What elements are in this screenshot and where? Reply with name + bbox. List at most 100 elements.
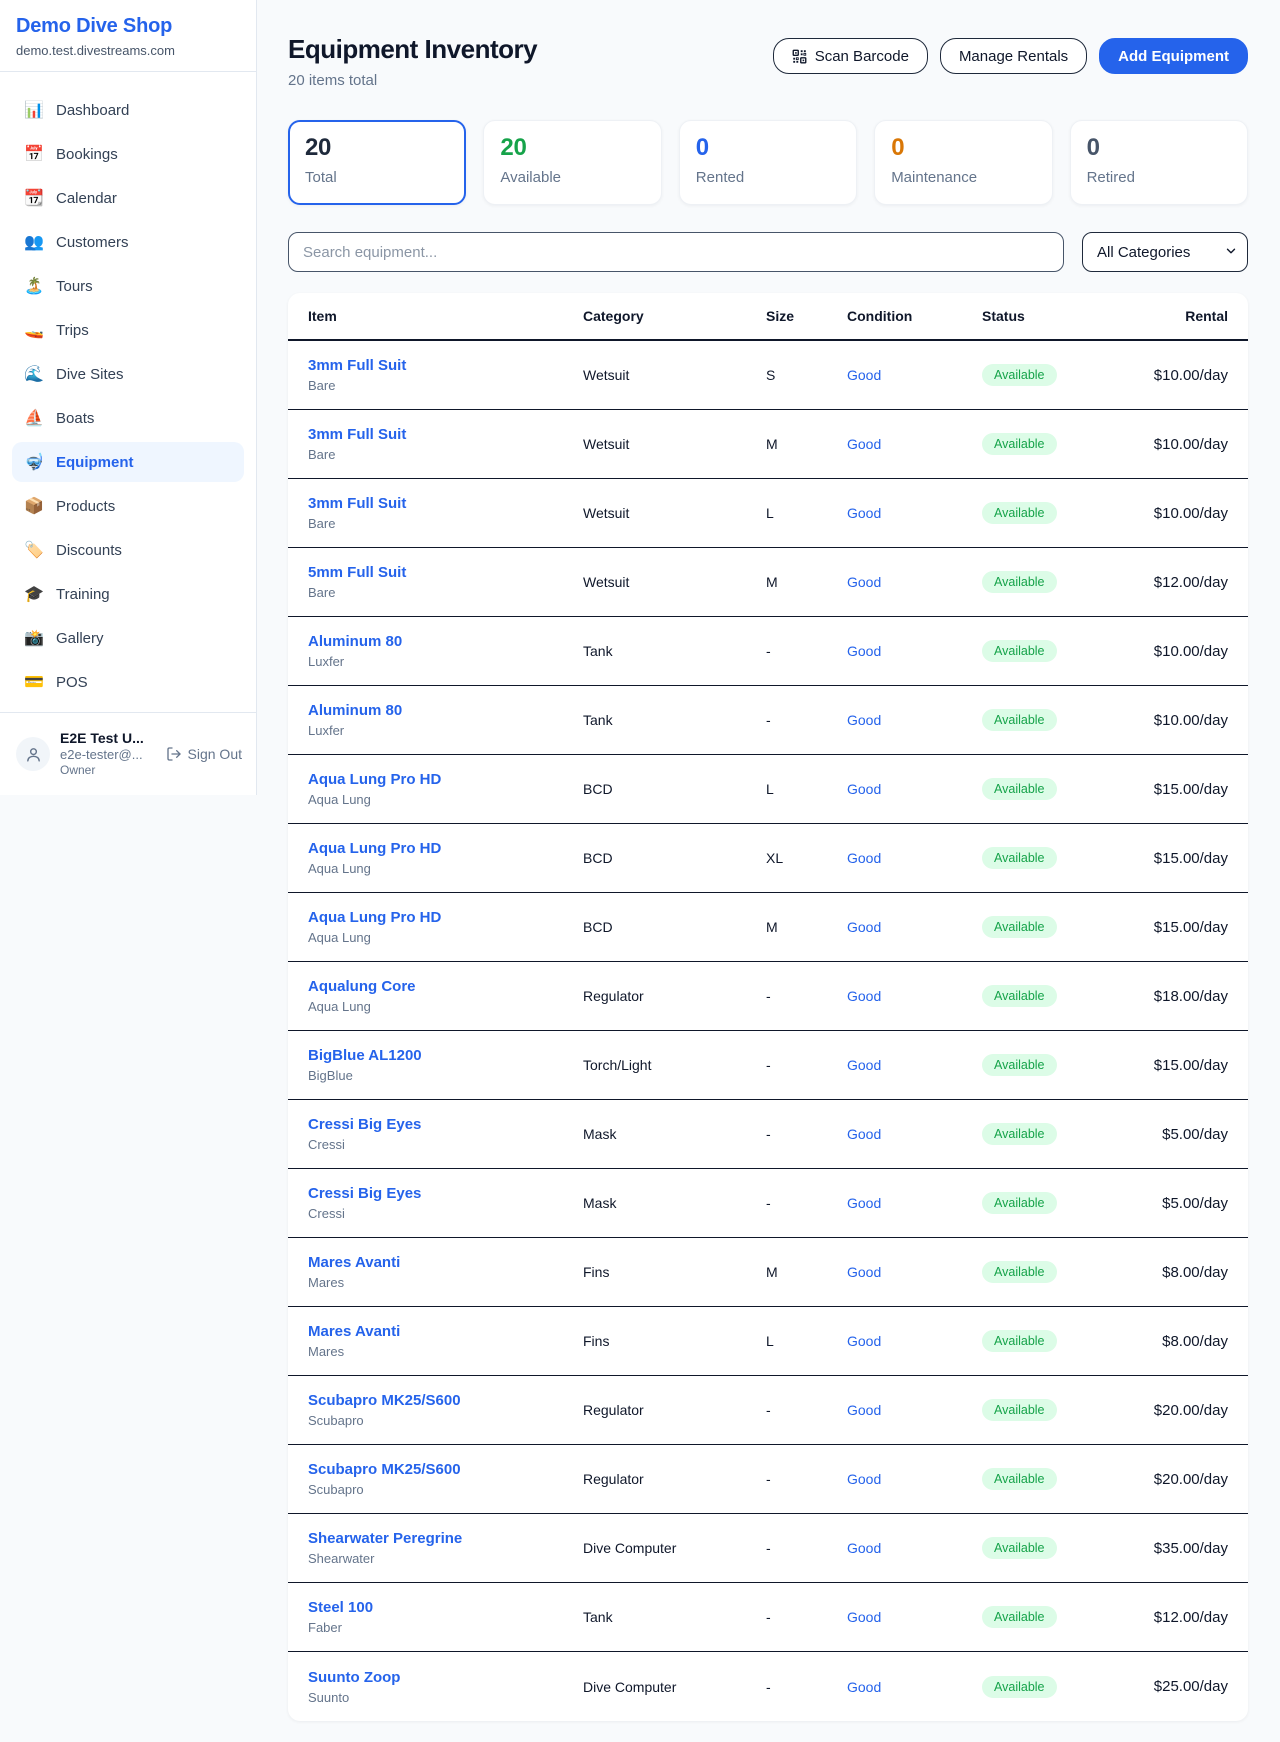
category-select[interactable]: All Categories (1082, 232, 1248, 272)
column-header-condition: Condition (847, 308, 982, 324)
sidebar-item-label: Dive Sites (56, 366, 124, 383)
tear-off-calendar-icon: 📆 (22, 188, 46, 208)
sign-out-button[interactable]: Sign Out (166, 746, 242, 762)
sidebar-item-training[interactable]: 🎓Training (12, 574, 244, 614)
manage-rentals-button[interactable]: Manage Rentals (940, 38, 1087, 74)
category-cell: Regulator (583, 1402, 766, 1418)
sidebar-item-label: Tours (56, 278, 93, 295)
stat-card-total[interactable]: 20Total (288, 120, 466, 205)
sidebar-item-calendar[interactable]: 📆Calendar (12, 178, 244, 218)
item-name-link[interactable]: Aluminum 80 (308, 633, 583, 650)
item-name-link[interactable]: 3mm Full Suit (308, 357, 583, 374)
category-cell: Wetsuit (583, 367, 766, 383)
size-cell: L (766, 505, 847, 521)
sidebar-item-products[interactable]: 📦Products (12, 486, 244, 526)
size-cell: M (766, 1264, 847, 1280)
item-name-link[interactable]: 5mm Full Suit (308, 564, 583, 581)
sidebar-item-bookings[interactable]: 📅Bookings (12, 134, 244, 174)
table-row: Aqua Lung Pro HDAqua LungBCDMGoodAvailab… (288, 893, 1248, 962)
sidebar-item-dashboard[interactable]: 📊Dashboard (12, 90, 244, 130)
status-badge: Available (982, 916, 1057, 938)
table-row: Shearwater PeregrineShearwaterDive Compu… (288, 1514, 1248, 1583)
item-cell: Shearwater PeregrineShearwater (308, 1530, 583, 1566)
item-brand: Mares (308, 1344, 583, 1359)
sidebar-item-gallery[interactable]: 📸Gallery (12, 618, 244, 658)
size-cell: - (766, 1195, 847, 1211)
item-name-link[interactable]: Shearwater Peregrine (308, 1530, 583, 1547)
table-row: Mares AvantiMaresFinsLGoodAvailable$8.00… (288, 1307, 1248, 1376)
status-badge: Available (982, 1192, 1057, 1214)
category-cell: Mask (583, 1126, 766, 1142)
table-row: Suunto ZoopSuuntoDive Computer-GoodAvail… (288, 1652, 1248, 1721)
sign-out-icon (166, 746, 182, 762)
item-name-link[interactable]: Aqua Lung Pro HD (308, 909, 583, 926)
stat-card-maintenance[interactable]: 0 Maintenance (874, 120, 1052, 205)
brand-block: Demo Dive Shop demo.test.divestreams.com (0, 0, 256, 72)
status-badge: Available (982, 571, 1057, 593)
add-equipment-button[interactable]: Add Equipment (1099, 38, 1248, 74)
condition-cell: Good (847, 1402, 982, 1418)
sidebar-item-equipment[interactable]: 🤿Equipment (12, 442, 244, 482)
item-name-link[interactable]: 3mm Full Suit (308, 495, 583, 512)
sailboat-icon: ⛵ (22, 408, 46, 428)
item-name-link[interactable]: Steel 100 (308, 1599, 583, 1616)
item-cell: 3mm Full SuitBare (308, 357, 583, 393)
condition-cell: Good (847, 1471, 982, 1487)
stat-card-available[interactable]: 20Available (483, 120, 661, 205)
item-name-link[interactable]: Aqua Lung Pro HD (308, 840, 583, 857)
item-cell: Aqua Lung Pro HDAqua Lung (308, 840, 583, 876)
status-cell: Available (982, 1468, 1132, 1490)
item-name-link[interactable]: Cressi Big Eyes (308, 1185, 583, 1202)
status-badge: Available (982, 847, 1057, 869)
stat-value: 0 (891, 134, 1035, 162)
rental-price-cell: $5.00/day (1132, 1195, 1228, 1212)
bar-chart-icon: 📊 (22, 100, 46, 120)
page-title: Equipment Inventory (288, 34, 537, 65)
sidebar-item-tours[interactable]: 🏝️Tours (12, 266, 244, 306)
size-cell: - (766, 1471, 847, 1487)
item-name-link[interactable]: Suunto Zoop (308, 1669, 583, 1686)
item-name-link[interactable]: Mares Avanti (308, 1323, 583, 1340)
sidebar-item-label: Training (56, 586, 110, 603)
size-cell: S (766, 367, 847, 383)
size-cell: - (766, 643, 847, 659)
item-name-link[interactable]: 3mm Full Suit (308, 426, 583, 443)
status-cell: Available (982, 985, 1132, 1007)
item-brand: Aqua Lung (308, 792, 583, 807)
status-cell: Available (982, 1192, 1132, 1214)
sidebar-item-label: Boats (56, 410, 94, 427)
user-email: e2e-tester@... (60, 747, 144, 763)
stat-label: Maintenance (891, 169, 1035, 186)
table-row: BigBlue AL1200BigBlueTorch/Light-GoodAva… (288, 1031, 1248, 1100)
size-cell: L (766, 1333, 847, 1349)
status-cell: Available (982, 364, 1132, 386)
rental-price-cell: $12.00/day (1132, 574, 1228, 591)
stat-card-rented[interactable]: 0Rented (679, 120, 857, 205)
stat-card-retired[interactable]: 0Retired (1070, 120, 1248, 205)
item-name-link[interactable]: Aluminum 80 (308, 702, 583, 719)
item-name-link[interactable]: Mares Avanti (308, 1254, 583, 1271)
category-cell: Fins (583, 1333, 766, 1349)
item-name-link[interactable]: Aqualung Core (308, 978, 583, 995)
item-name-link[interactable]: Scubapro MK25/S600 (308, 1461, 583, 1478)
sidebar-item-discounts[interactable]: 🏷️Discounts (12, 530, 244, 570)
scan-barcode-button[interactable]: Scan Barcode (773, 38, 928, 74)
item-name-link[interactable]: BigBlue AL1200 (308, 1047, 583, 1064)
item-name-link[interactable]: Cressi Big Eyes (308, 1116, 583, 1133)
user-role: Owner (60, 763, 144, 778)
item-name-link[interactable]: Aqua Lung Pro HD (308, 771, 583, 788)
sidebar-item-boats[interactable]: ⛵ Boats (12, 398, 244, 438)
sidebar-item-customers[interactable]: 👥Customers (12, 222, 244, 262)
category-select-wrap: All Categories (1082, 232, 1248, 272)
sidebar-item-dive-sites[interactable]: 🌊Dive Sites (12, 354, 244, 394)
brand-name[interactable]: Demo Dive Shop (16, 15, 240, 38)
credit-card-icon: 💳 (22, 672, 46, 692)
search-input[interactable] (288, 232, 1064, 272)
item-name-link[interactable]: Scubapro MK25/S600 (308, 1392, 583, 1409)
calendar-date-icon: 📅 (22, 144, 46, 164)
item-brand: Suunto (308, 1690, 583, 1705)
category-cell: Tank (583, 712, 766, 728)
sidebar-item-pos[interactable]: 💳POS (12, 662, 244, 702)
category-cell: Torch/Light (583, 1057, 766, 1073)
sidebar-item-trips[interactable]: 🚤Trips (12, 310, 244, 350)
